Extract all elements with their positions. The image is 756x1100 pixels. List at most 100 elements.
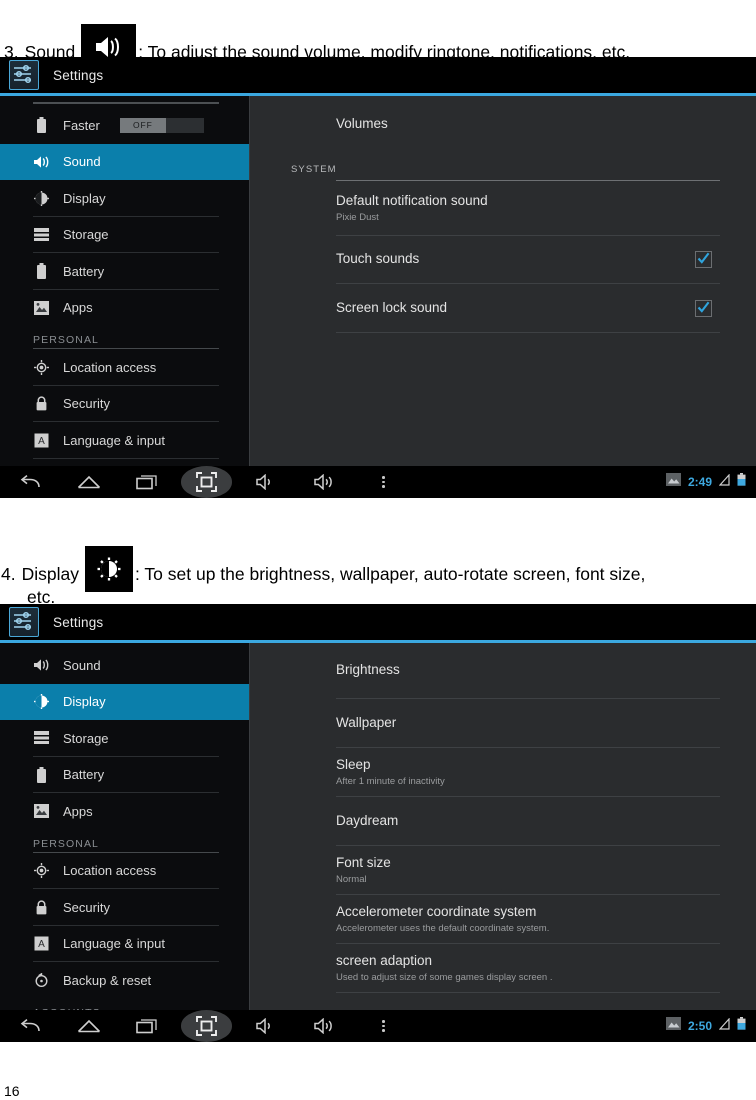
back-icon[interactable] (0, 466, 59, 498)
display-navbar: 2:50 (0, 1010, 756, 1042)
sidebar-item-backup-reset[interactable]: Backup & reset (0, 962, 250, 999)
pane-row-brightness[interactable]: Brightness (291, 643, 720, 698)
recents-icon[interactable] (118, 1010, 177, 1042)
fullscreen-icon[interactable] (177, 1010, 236, 1042)
pane-row-volumes[interactable]: Volumes (291, 96, 720, 152)
sidebar-item-sound[interactable]: Sound (0, 647, 250, 684)
storage-icon (33, 730, 50, 747)
pane-row-screen-lock-sound[interactable]: Screen lock sound (291, 284, 720, 332)
sound-detail-pane: Volumes SYSTEM Default notification soun… (250, 96, 756, 466)
pane-row-1-title: Wallpaper (336, 714, 397, 730)
volume-up-icon[interactable] (295, 1010, 354, 1042)
pane-row-5-subtitle: Accelerometer uses the default coordinat… (336, 922, 550, 934)
pane-row-5-title: Accelerometer coordinate system (336, 903, 537, 919)
sidebar-item-language-input[interactable]: A Language & input (0, 926, 250, 963)
overflow-menu-icon[interactable] (354, 1010, 413, 1042)
signal-icon (718, 473, 730, 491)
pane-row-sleep[interactable]: Sleep After 1 minute of inactivity (291, 748, 720, 796)
pane-row-default-notification-sound[interactable]: Default notification sound Pixie Dust (291, 181, 720, 235)
sidebar-item-display[interactable]: Display (0, 683, 250, 720)
pane-rule (336, 332, 720, 333)
apps-icon (33, 299, 50, 316)
pane-row-3-title: Daydream (336, 812, 399, 828)
sidebar-item-sound-label: Sound (63, 657, 101, 673)
sidebar-item-battery[interactable]: Battery (0, 757, 250, 794)
pane-row-screen-adaption[interactable]: screen adaption Used to adjust size of s… (291, 944, 720, 992)
sidebar-item-battery[interactable]: Battery (0, 253, 250, 290)
storage-icon (33, 226, 50, 243)
sidebar-item-security-label: Security (63, 396, 110, 412)
volume-down-icon[interactable] (236, 1010, 295, 1042)
pane-row-6-title: screen adaption (336, 952, 433, 968)
back-icon[interactable] (0, 1010, 59, 1042)
overflow-menu-icon[interactable] (354, 466, 413, 498)
sidebar-item-sound[interactable]: Sound (0, 143, 250, 180)
svg-text:A: A (38, 939, 45, 950)
sidebar-item-location-access-label: Location access (63, 359, 157, 375)
sidebar-item-battery-label: Battery (63, 263, 105, 279)
location-icon (33, 862, 50, 879)
pane-row-0-title: Default notification sound (336, 192, 488, 208)
pane-row-accelerometer-coordinate-system[interactable]: Accelerometer coordinate system Accelero… (291, 895, 720, 943)
navbar-buttons (0, 1010, 413, 1042)
recents-icon[interactable] (118, 466, 177, 498)
sidebar-item-apps[interactable]: Apps (0, 793, 250, 830)
screenshot-display: Settings Sound Display Storage Battery A… (0, 604, 756, 1042)
screen-lock-sound-checkbox[interactable] (695, 299, 712, 317)
image-icon (665, 1017, 681, 1035)
brightness-icon (97, 557, 121, 581)
sidebar-item-storage[interactable]: Storage (0, 720, 250, 757)
signal-icon (718, 1017, 730, 1035)
pane-row-daydream[interactable]: Daydream (291, 797, 720, 845)
display-title-bar: Settings (0, 604, 756, 640)
pane-row-font-size[interactable]: Font size Normal (291, 846, 720, 894)
svg-text:A: A (38, 436, 45, 447)
navbar-buttons (0, 466, 413, 498)
sidebar-item-language-input[interactable]: A Language & input (0, 422, 250, 459)
caption-item-4: 4. Display : To set up the brightness, w… (1, 546, 645, 609)
brightness-icon (33, 190, 50, 207)
caption-4-number: 4. (1, 564, 16, 585)
sidebar-item-display[interactable]: Display (0, 180, 250, 217)
sidebar-item-faster[interactable]: Faster OFF (0, 107, 250, 144)
settings-sliders-icon (9, 607, 39, 637)
sound-body: Faster OFF Sound Display Storage Battery… (0, 96, 756, 466)
sidebar-item-apps[interactable]: Apps (0, 290, 250, 327)
caption-4-name: Display (21, 564, 79, 585)
sound-title-bar: Settings (0, 57, 756, 93)
pane-rule (336, 992, 720, 993)
page-number: 16 (4, 1083, 20, 1099)
sound-sidebar[interactable]: Faster OFF Sound Display Storage Battery… (0, 96, 250, 466)
faster-toggle[interactable]: OFF (119, 117, 204, 133)
fullscreen-icon[interactable] (177, 466, 236, 498)
sidebar-item-security[interactable]: Security (0, 386, 250, 423)
home-icon[interactable] (59, 466, 118, 498)
sidebar-item-security[interactable]: Security (0, 889, 250, 926)
language-icon: A (33, 432, 50, 449)
sidebar-item-security-label: Security (63, 899, 110, 915)
pane-row-4-title: Font size (336, 854, 391, 870)
pane-row-1-title: Touch sounds (336, 251, 420, 267)
pane-section-system: SYSTEM (291, 164, 337, 175)
display-body: Sound Display Storage Battery Apps PERSO… (0, 643, 756, 1022)
sidebar-item-storage[interactable]: Storage (0, 217, 250, 254)
battery-icon (33, 263, 50, 280)
pane-row-0-title: Brightness (336, 662, 400, 678)
volume-down-icon[interactable] (236, 466, 295, 498)
volume-up-icon[interactable] (295, 466, 354, 498)
sidebar-item-apps-label: Apps (63, 300, 93, 316)
display-sidebar[interactable]: Sound Display Storage Battery Apps PERSO… (0, 643, 250, 1022)
sidebar-item-display-label: Display (63, 190, 106, 206)
sidebar-item-sound-label: Sound (63, 154, 101, 170)
pane-row-touch-sounds[interactable]: Touch sounds (291, 236, 720, 283)
settings-sliders-icon (9, 60, 39, 90)
touch-sounds-checkbox[interactable] (695, 251, 712, 268)
sidebar-item-location-access[interactable]: Location access (0, 349, 250, 386)
pane-row-volumes-title: Volumes (336, 115, 388, 131)
sidebar-item-storage-label: Storage (63, 227, 109, 243)
home-icon[interactable] (59, 1010, 118, 1042)
sidebar-item-location-access[interactable]: Location access (0, 853, 250, 890)
pane-row-wallpaper[interactable]: Wallpaper (291, 699, 720, 747)
caption-4-description: : To set up the brightness, wallpaper, a… (135, 564, 646, 585)
battery-icon (33, 766, 50, 783)
